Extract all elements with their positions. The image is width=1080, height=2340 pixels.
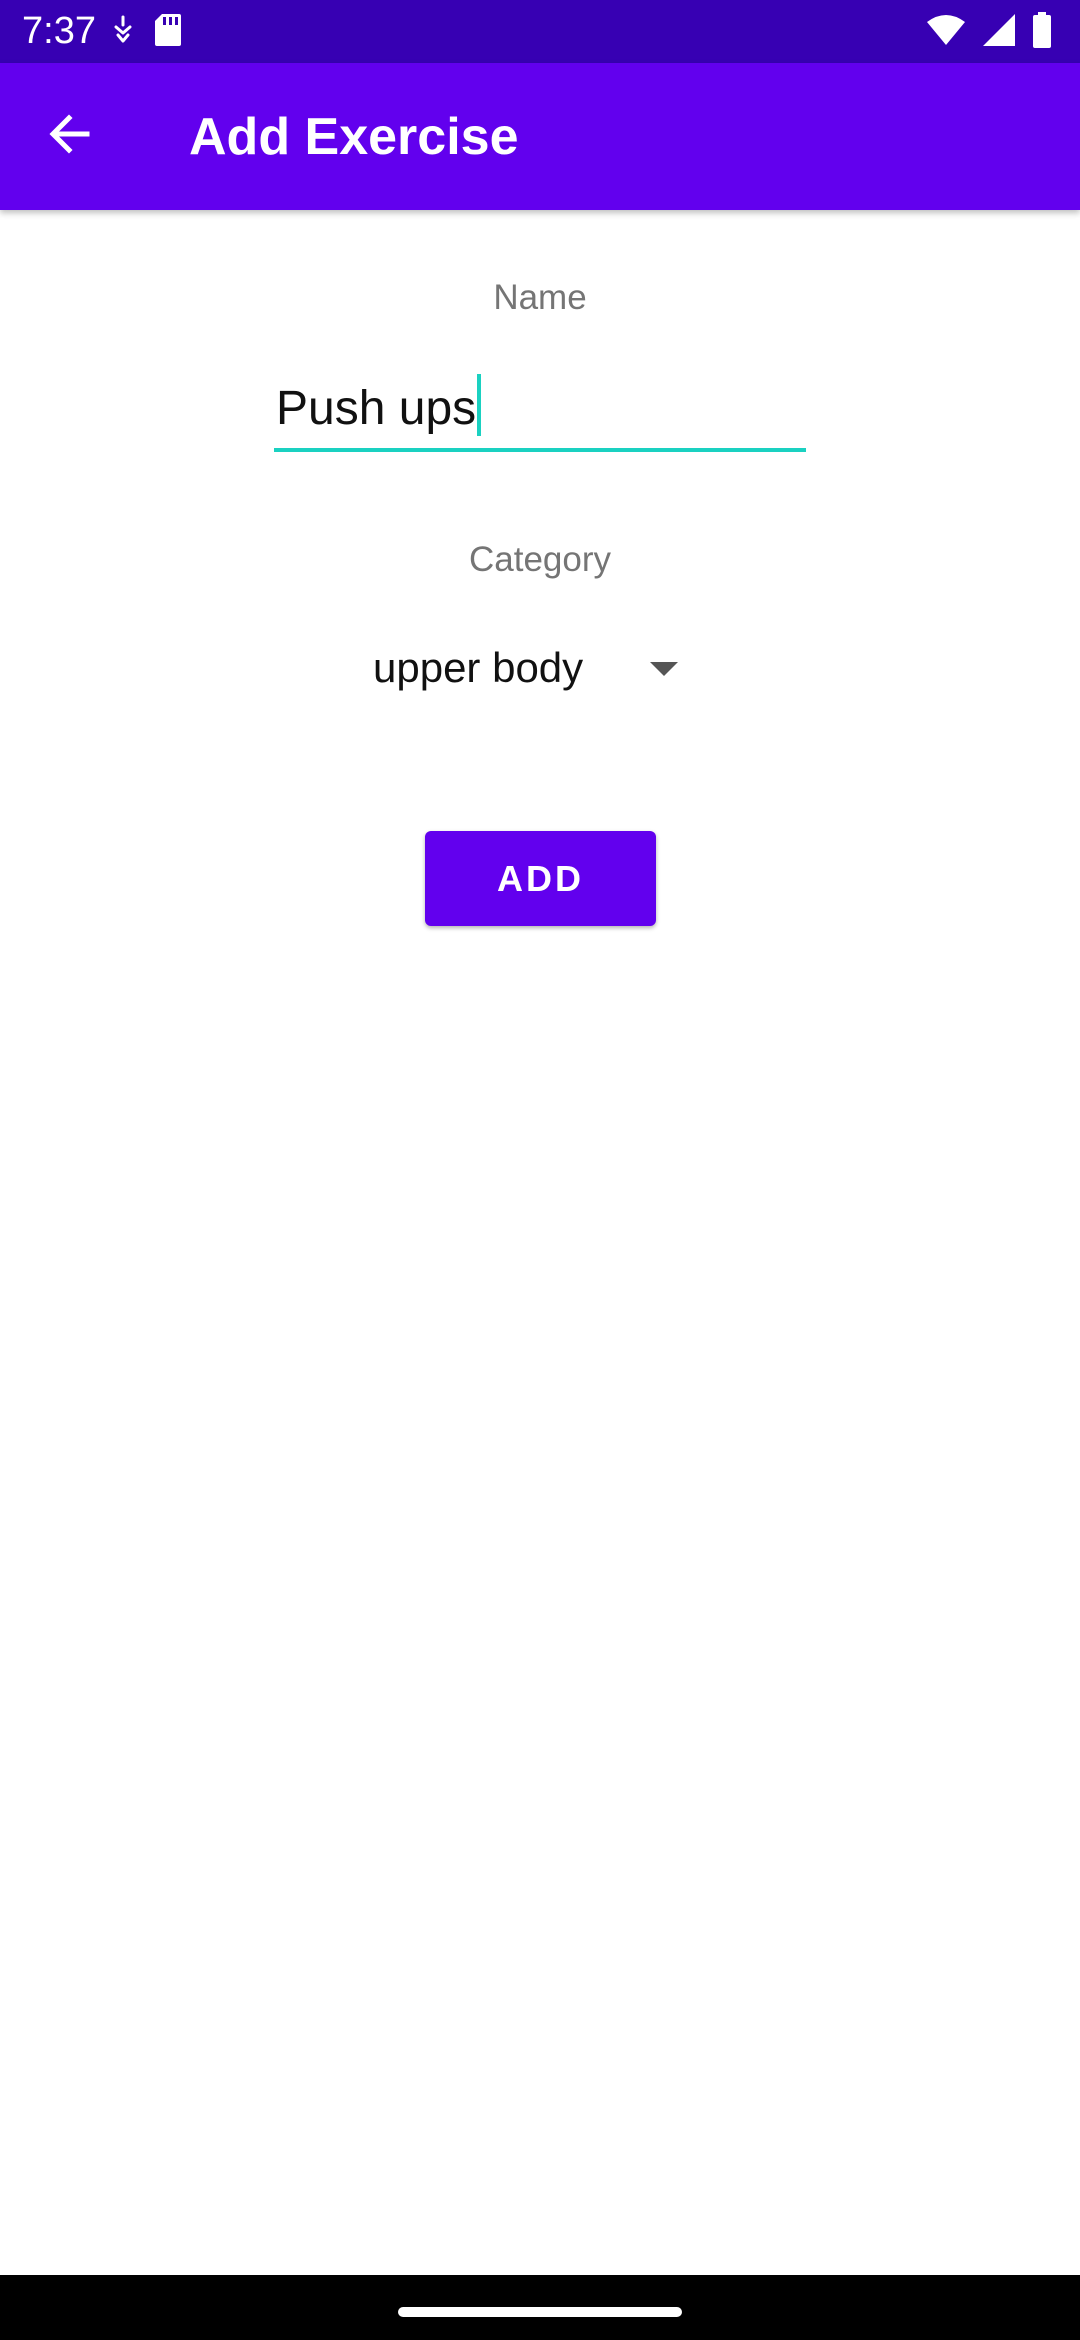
back-button[interactable]	[36, 103, 102, 169]
notification-icon	[112, 15, 134, 50]
status-left-icons	[112, 12, 182, 52]
name-input-value: Push ups	[276, 382, 477, 435]
wifi-icon	[926, 14, 966, 51]
status-bar: 7:37	[0, 0, 1080, 63]
signal-icon	[982, 13, 1016, 52]
category-selected-value: upper body	[373, 644, 584, 691]
status-right-icons	[926, 11, 1052, 53]
category-label: Category	[468, 540, 612, 579]
app-bar: Add Exercise	[0, 63, 1080, 210]
page-title: Add Exercise	[189, 108, 519, 166]
battery-icon	[1032, 11, 1052, 53]
add-button[interactable]: ADD	[425, 831, 656, 926]
home-indicator[interactable]	[398, 2307, 682, 2317]
name-field[interactable]: Push ups	[274, 366, 806, 452]
status-time: 7:37	[22, 10, 96, 52]
text-cursor	[477, 374, 482, 436]
arrow-back-icon	[47, 112, 91, 161]
name-label: Name	[493, 278, 587, 317]
sd-card-icon	[154, 13, 182, 52]
dropdown-arrow-icon	[650, 662, 678, 676]
add-button-label: ADD	[497, 857, 584, 899]
category-dropdown[interactable]: upper body	[360, 636, 700, 702]
